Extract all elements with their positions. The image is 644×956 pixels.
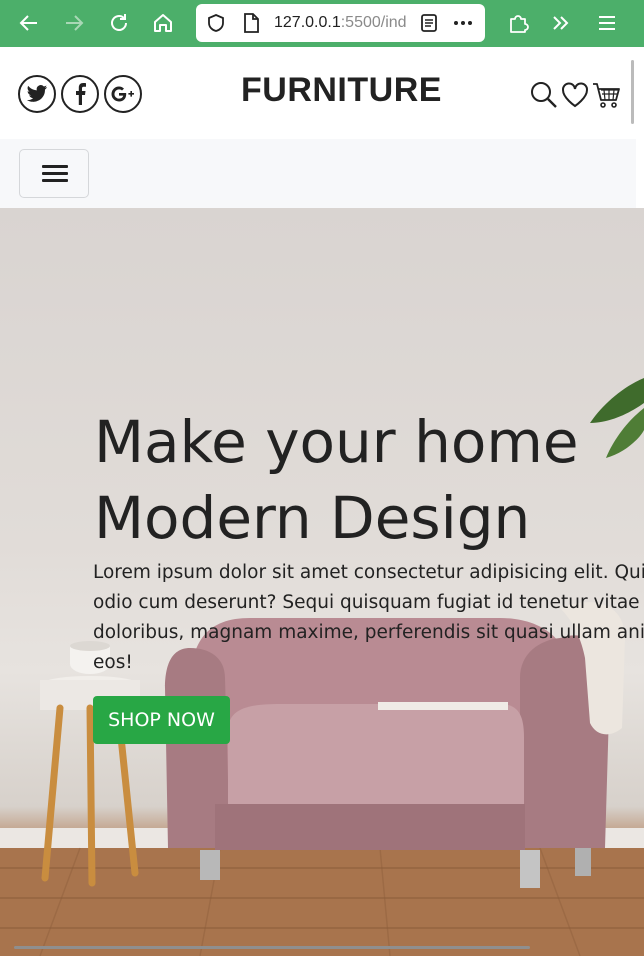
extensions-icon[interactable] [503, 8, 533, 38]
hero-description: Lorem ipsum dolor sit amet consectetur a… [93, 562, 644, 673]
shop-now-button[interactable]: SHOP NOW [93, 696, 230, 744]
home-icon[interactable] [148, 8, 178, 38]
back-arrow-icon[interactable] [14, 8, 44, 38]
brand-logo[interactable]: FURNITURE [241, 71, 442, 110]
vertical-scrollbar[interactable] [631, 60, 634, 124]
hamburger-menu-icon[interactable] [19, 149, 89, 198]
menu-icon[interactable] [592, 8, 622, 38]
site-header: FURNITURE [0, 47, 636, 139]
page-edge [636, 47, 644, 208]
hero-section: Make your home Modern Design Lorem ipsum… [0, 208, 644, 956]
cart-icon[interactable] [592, 81, 622, 113]
more-icon[interactable] [452, 13, 474, 37]
overflow-icon[interactable] [546, 8, 576, 38]
heart-icon[interactable] [561, 81, 589, 113]
hero-title: Make your home Modern Design [94, 408, 579, 552]
reader-view-icon[interactable] [420, 13, 438, 37]
forward-arrow-icon[interactable] [59, 8, 89, 38]
horizontal-scrollbar[interactable] [14, 946, 530, 949]
browser-toolbar: 127.0.0.1:5500/ind [0, 0, 644, 47]
twitter-icon[interactable] [18, 75, 56, 113]
search-icon[interactable] [530, 81, 558, 113]
facebook-icon[interactable] [61, 75, 99, 113]
reload-icon[interactable] [104, 8, 134, 38]
page-icon [242, 13, 260, 37]
url-bar[interactable]: 127.0.0.1:5500/ind [196, 4, 485, 42]
google-plus-icon[interactable] [104, 75, 142, 113]
shield-icon[interactable] [206, 13, 226, 37]
url-text: 127.0.0.1:5500/ind [274, 14, 407, 31]
navbar [0, 139, 636, 208]
